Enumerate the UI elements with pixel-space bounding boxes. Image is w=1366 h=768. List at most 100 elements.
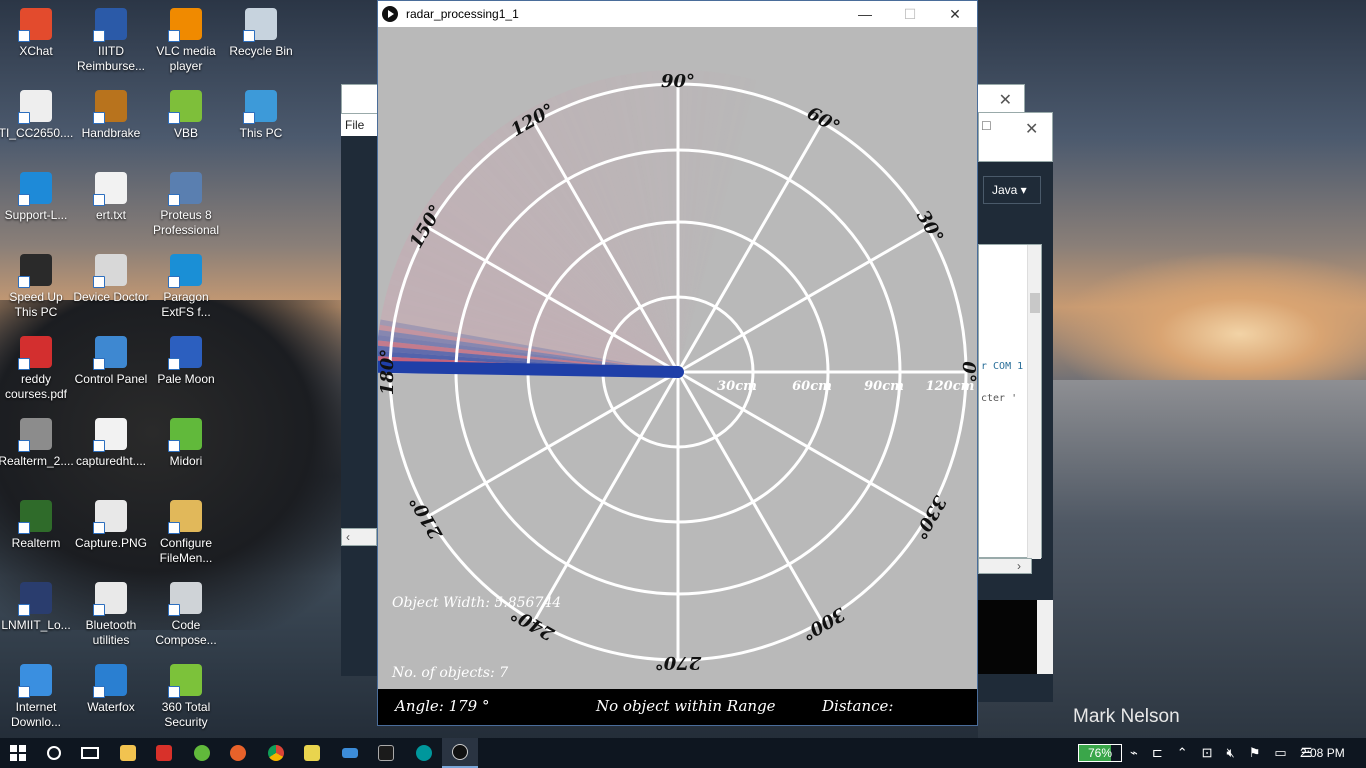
desktop-icon-label: ert.txt [95,208,126,222]
desktop-icon[interactable]: Handbrake [73,86,149,141]
task-view-button[interactable] [72,738,108,768]
desktop-icon-label: Capture.PNG [74,536,148,550]
menu-file[interactable]: File [345,118,364,132]
radar-window[interactable]: radar_processing1_1 — ☐ ✕ 0° 30° 60° 90° 120… [377,0,978,726]
desktop-icon[interactable]: VLC media player [148,4,224,74]
clock-time: 2:08 PM [1300,746,1345,760]
desktop-icon[interactable]: Paragon ExtFS f... [148,250,224,320]
taskbar-firefox[interactable] [220,738,256,768]
console-scrollbar[interactable] [1037,600,1053,674]
network-icon[interactable]: ⊡ [1202,745,1213,761]
desktop-icon[interactable]: Waterfox [73,660,149,715]
desktop-icon[interactable]: Midori [148,414,224,469]
angle-spoke [676,371,824,623]
desktop-icon-label: VLC media player [156,44,216,73]
desktop-icon-label: Realterm_2.... [0,454,74,468]
angle-label: 330° [909,492,950,543]
desktop-icon[interactable]: This PC [223,86,299,141]
desktop-icon[interactable]: Code Compose... [148,578,224,648]
minimize-button[interactable]: — [842,1,888,27]
radar-center-dot [673,367,683,377]
desktop-icon[interactable]: Pale Moon [148,332,224,387]
window-close-icon[interactable]: ✕ [1025,119,1038,139]
sweep-line [378,360,684,378]
window-close-icon[interactable]: ✕ [999,90,1012,110]
keyboard-icon [342,748,358,758]
desktop-icon-label: Pale Moon [157,372,215,386]
desktop-icon-label: Recycle Bin [229,44,293,58]
angle-spoke [532,371,680,623]
radar-status-bar: Angle: 179 ° No object within Range Dist… [378,689,977,725]
taskbar-chrome[interactable] [258,738,294,768]
angle-label: 300° [798,603,849,644]
desktop-icon[interactable]: Control Panel [73,332,149,387]
background-horizontal-scrollbar-right[interactable]: › [978,558,1032,574]
desktop-icon[interactable]: Device Doctor [73,250,149,305]
desktop-icon-label: VBB [173,126,198,140]
start-button[interactable] [0,738,36,768]
desktop-icon-label: Configure FileMen... [159,536,213,565]
taskbar-arduino[interactable] [406,738,442,768]
desktop-icon[interactable]: XChat [0,4,74,59]
desktop-icon[interactable]: Bluetooth utilities [73,578,149,648]
taskbar-processing[interactable] [368,738,404,768]
angle-label: 180° [378,349,398,396]
tray-icons[interactable]: ⌁ ⊏ ⌃ ⊡ 🔇︎ ⚑ ▭ ☰ [1130,738,1312,768]
desktop-icon[interactable]: ert.txt [73,168,149,223]
chevron-up-icon[interactable]: ⌃ [1177,745,1188,761]
app-icon [168,336,202,370]
connected-device-icon[interactable]: ⊏ [1152,745,1163,761]
language-selector[interactable]: Java ▾ [983,176,1041,204]
taskbar-keyboard[interactable] [332,738,368,768]
desktop-icon[interactable]: Internet Downlo... [0,660,74,730]
desktop-icon[interactable]: capturedht.... [73,414,149,469]
desktop-icon[interactable]: Realterm [0,496,74,551]
app-icon [93,172,127,206]
desktop-icon[interactable]: reddy courses.pdf [0,332,74,402]
desktop-icon[interactable]: Speed Up This PC [0,250,74,320]
desktop-icon[interactable]: 360 Total Security [148,660,224,730]
scroll-right-icon[interactable]: › [1017,559,1021,573]
scrollbar-thumb[interactable] [1030,293,1040,313]
power-plug-icon[interactable]: ⌁ [1130,745,1138,761]
app-icon [18,8,52,42]
desktop-icon[interactable]: Support-L... [0,168,74,223]
desktop-icon[interactable]: TI_CC2650.... [0,86,74,141]
desktop-icon-label: Bluetooth utilities [85,618,137,647]
taskbar-sticky-notes[interactable] [294,738,330,768]
app-icon [93,90,127,124]
close-button[interactable]: ✕ [932,1,978,27]
cortana-button[interactable] [36,738,72,768]
angle-readout: Angle: 179 ° [395,697,490,715]
folder-icon [120,745,136,761]
notification-flag-icon[interactable]: ⚑ [1249,745,1261,761]
desktop-icon[interactable]: Recycle Bin [223,4,299,59]
desktop-icon-label: Support-L... [4,208,68,222]
background-window-dialog[interactable]: ✕ ☐ [978,112,1053,162]
taskbar-midori[interactable] [184,738,220,768]
desktop-icon-label: Speed Up This PC [9,290,63,319]
desktop-icon[interactable]: Capture.PNG [73,496,149,551]
keyboard-tray-icon[interactable]: ▭ [1274,745,1286,761]
desktop-icon[interactable]: Configure FileMen... [148,496,224,566]
background-editor-text: r COM 1 cter ' [978,244,1042,559]
desktop-watermark: Mark Nelson [1073,706,1180,727]
window-titlebar[interactable]: radar_processing1_1 — ☐ ✕ [378,1,977,27]
desktop-icon[interactable]: LNMIIT_Lo... [0,578,74,633]
desktop-icon[interactable]: Proteus 8 Professional [148,168,224,238]
background-horizontal-scrollbar[interactable]: ‹ [341,528,377,546]
editor-scrollbar[interactable] [1027,245,1041,559]
taskbar-pdf-reader[interactable] [146,738,182,768]
window-maximize-icon[interactable]: ☐ [981,119,992,133]
maximize-button[interactable]: ☐ [887,1,933,27]
clock[interactable]: 2:08 PM [1300,738,1345,768]
desktop-icon[interactable]: Realterm_2.... [0,414,74,469]
volume-muted-icon[interactable]: 🔇︎ [1227,745,1235,761]
taskbar-file-explorer[interactable] [110,738,146,768]
desktop-icon[interactable]: VBB [148,86,224,141]
desktop-icon[interactable]: IIITD Reimburse... [73,4,149,74]
taskbar-radar-app[interactable] [442,738,478,768]
app-icon [243,90,277,124]
scroll-left-icon[interactable]: ‹ [346,530,350,544]
battery-indicator[interactable]: 76% [1078,738,1122,768]
